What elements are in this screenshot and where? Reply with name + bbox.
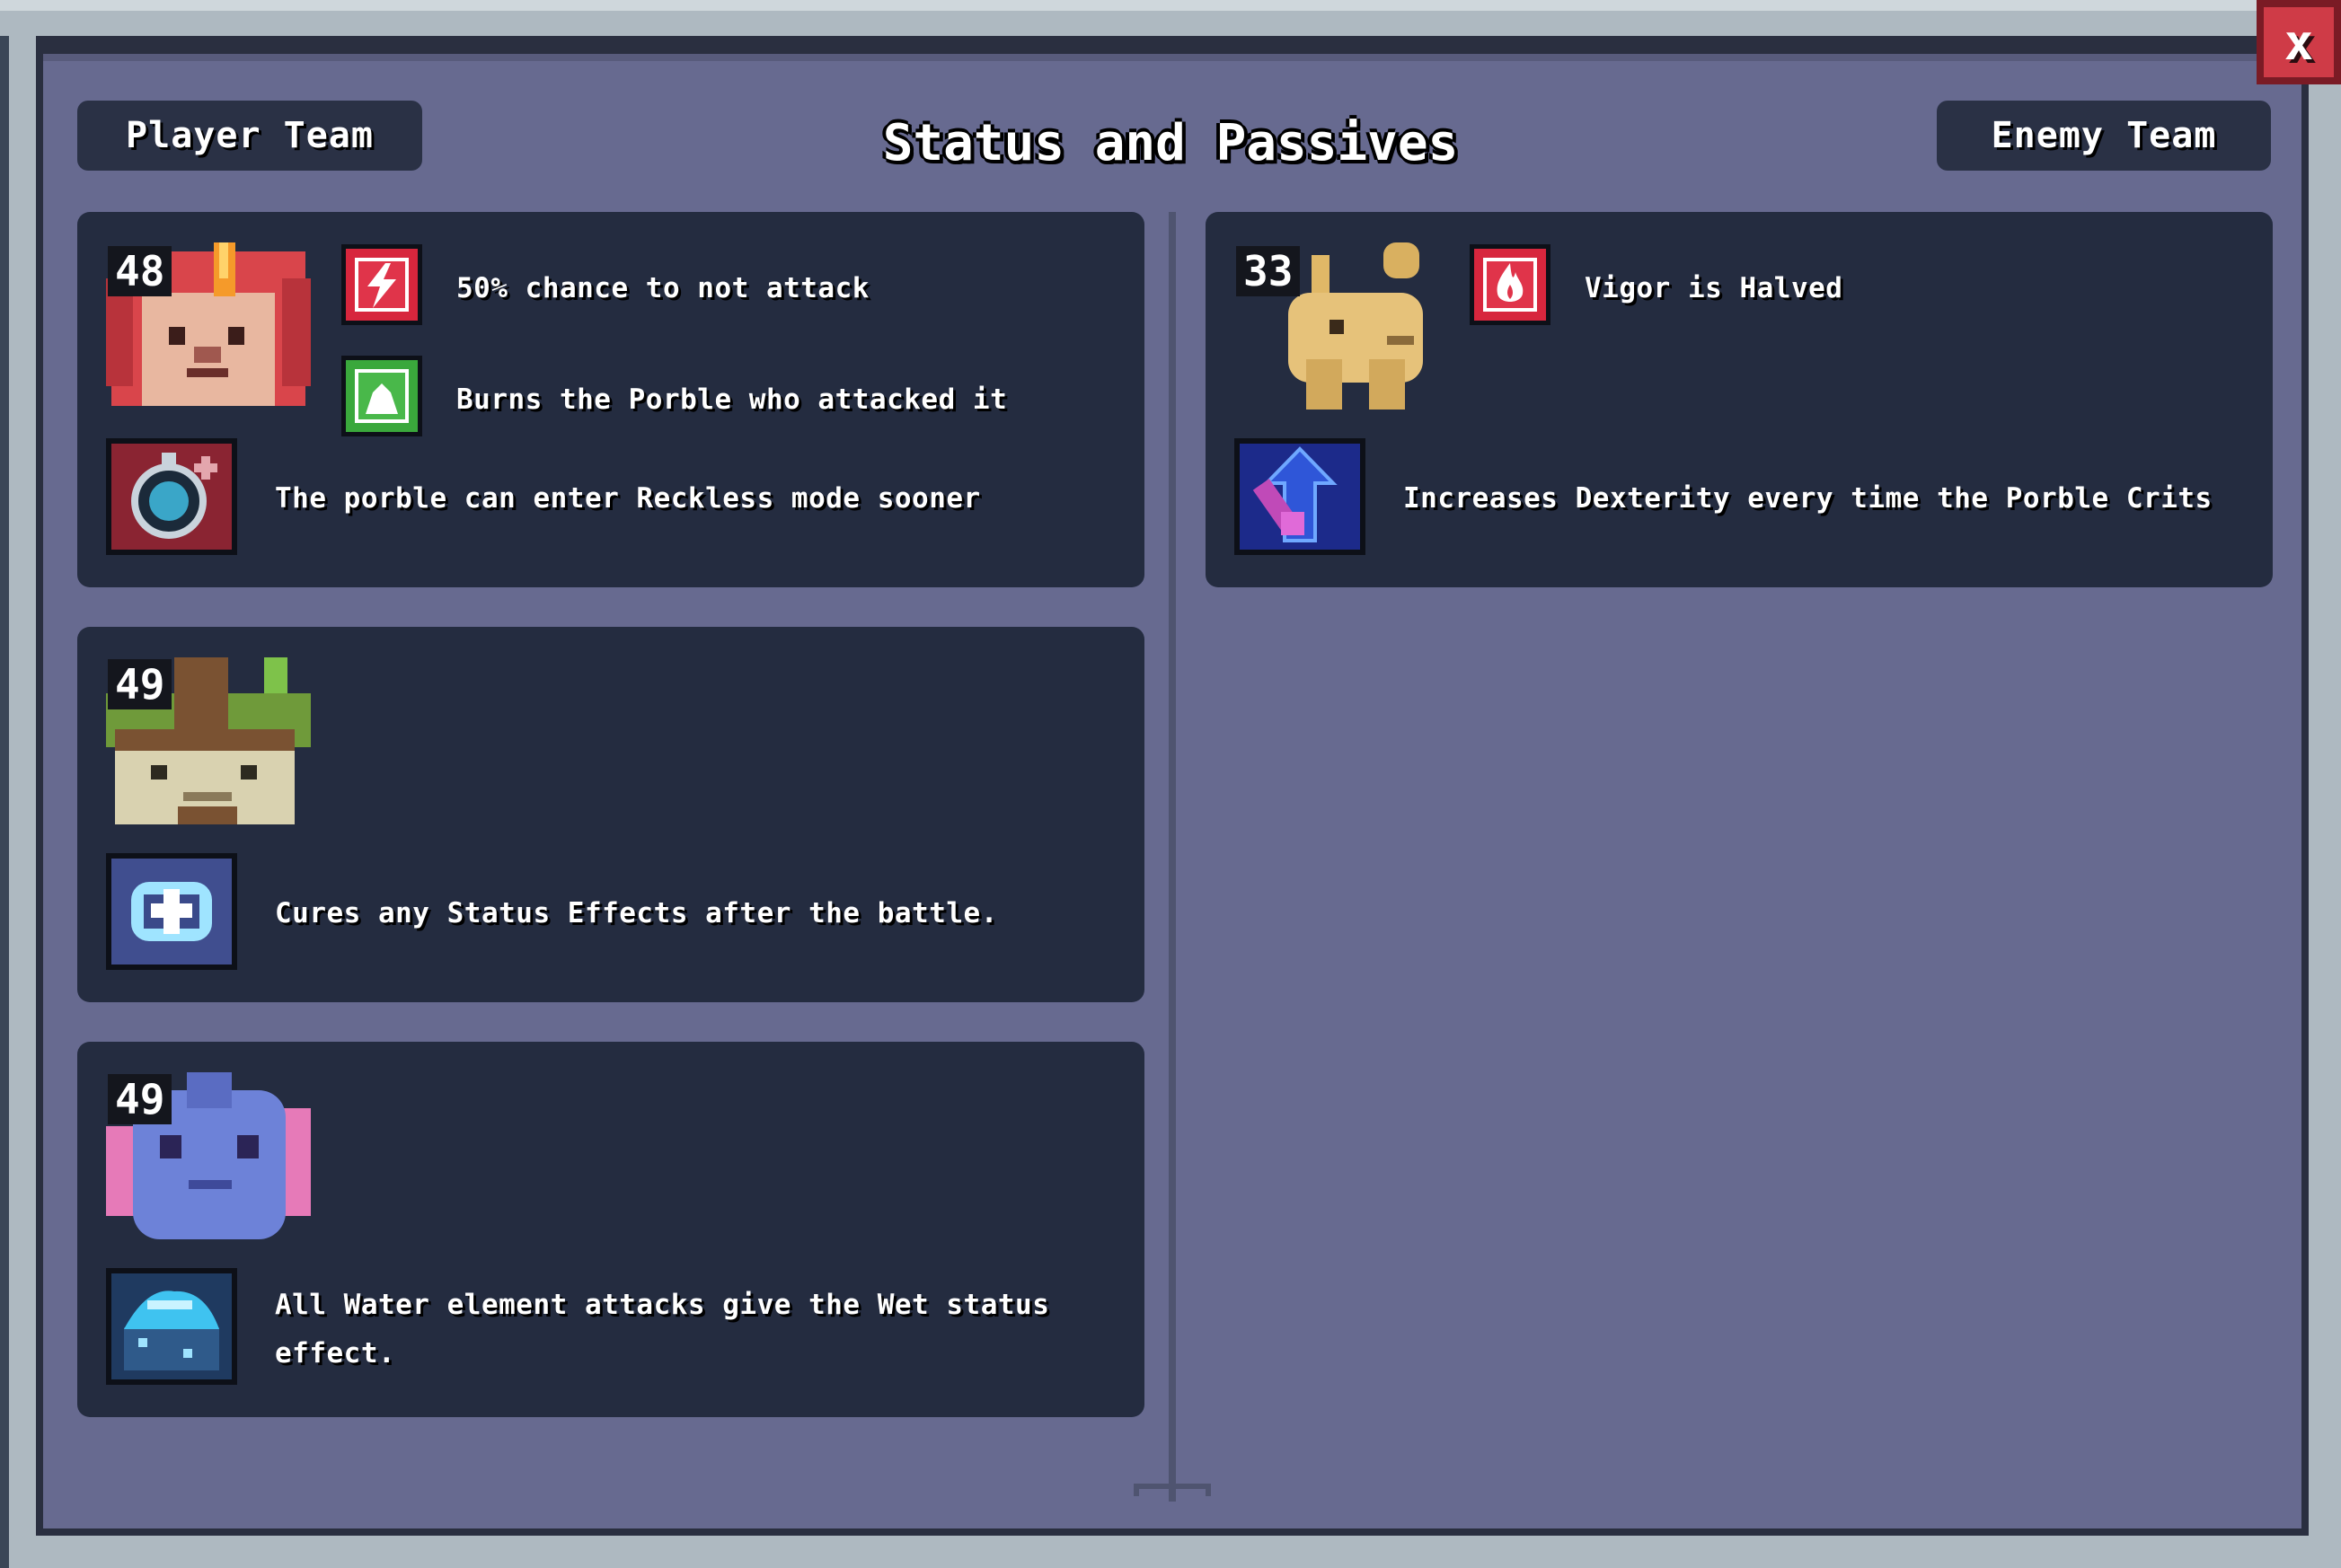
player-porble-card: 49 All Water element attacks give the We… [77, 1042, 1144, 1417]
heal-hands-passive-icon[interactable] [106, 853, 237, 970]
status-description: 50% chance to not attack [456, 272, 870, 304]
level-badge: 48 [108, 246, 172, 296]
water-splash-icon [111, 1273, 232, 1379]
tab-player-team[interactable]: Player Team [77, 101, 422, 171]
mound-icon [355, 369, 409, 423]
fire-icon [1483, 258, 1537, 312]
lightning-status-icon[interactable] [341, 244, 422, 325]
fire-status-icon[interactable] [1470, 244, 1550, 325]
mound-status-icon[interactable] [341, 356, 422, 436]
level-badge: 33 [1236, 246, 1301, 296]
stopwatch-icon [111, 444, 232, 550]
status-description: Vigor is Halved [1585, 272, 1843, 304]
dagger-up-passive-icon[interactable] [1234, 438, 1365, 555]
enemy-porble-card: 33 Vigor is Halved Increases Dexterity e… [1206, 212, 2273, 587]
page-title: Status and Passives [882, 114, 1459, 172]
player-porble-card: 48 50% chance to not attack Burns the Po… [77, 212, 1144, 587]
heal-hands-icon [111, 859, 232, 965]
dagger-up-icon [1240, 444, 1360, 550]
tab-enemy-team[interactable]: Enemy Team [1937, 101, 2271, 171]
close-button[interactable]: x [2257, 0, 2341, 84]
passive-description: Increases Dexterity every time the Porbl… [1403, 482, 2213, 515]
background-strip [0, 36, 9, 1568]
passive-description: Cures any Status Effects after the battl… [275, 897, 998, 929]
passive-description: All Water element attacks give the Wet s… [275, 1289, 1050, 1370]
level-badge: 49 [108, 1074, 172, 1124]
stopwatch-passive-icon[interactable] [106, 438, 237, 555]
close-icon: x [2284, 13, 2314, 71]
status-description: Burns the Porble who attacked it [456, 383, 1008, 416]
lightning-icon [355, 258, 409, 312]
passive-description: The porble can enter Reckless mode soone… [275, 482, 981, 515]
team-divider [1169, 212, 1176, 1502]
level-badge: 49 [108, 659, 172, 709]
player-porble-card: 49 Cures any Status Effects after the ba… [77, 627, 1144, 1002]
water-splash-passive-icon[interactable] [106, 1268, 237, 1385]
divider-foot [1134, 1484, 1211, 1496]
